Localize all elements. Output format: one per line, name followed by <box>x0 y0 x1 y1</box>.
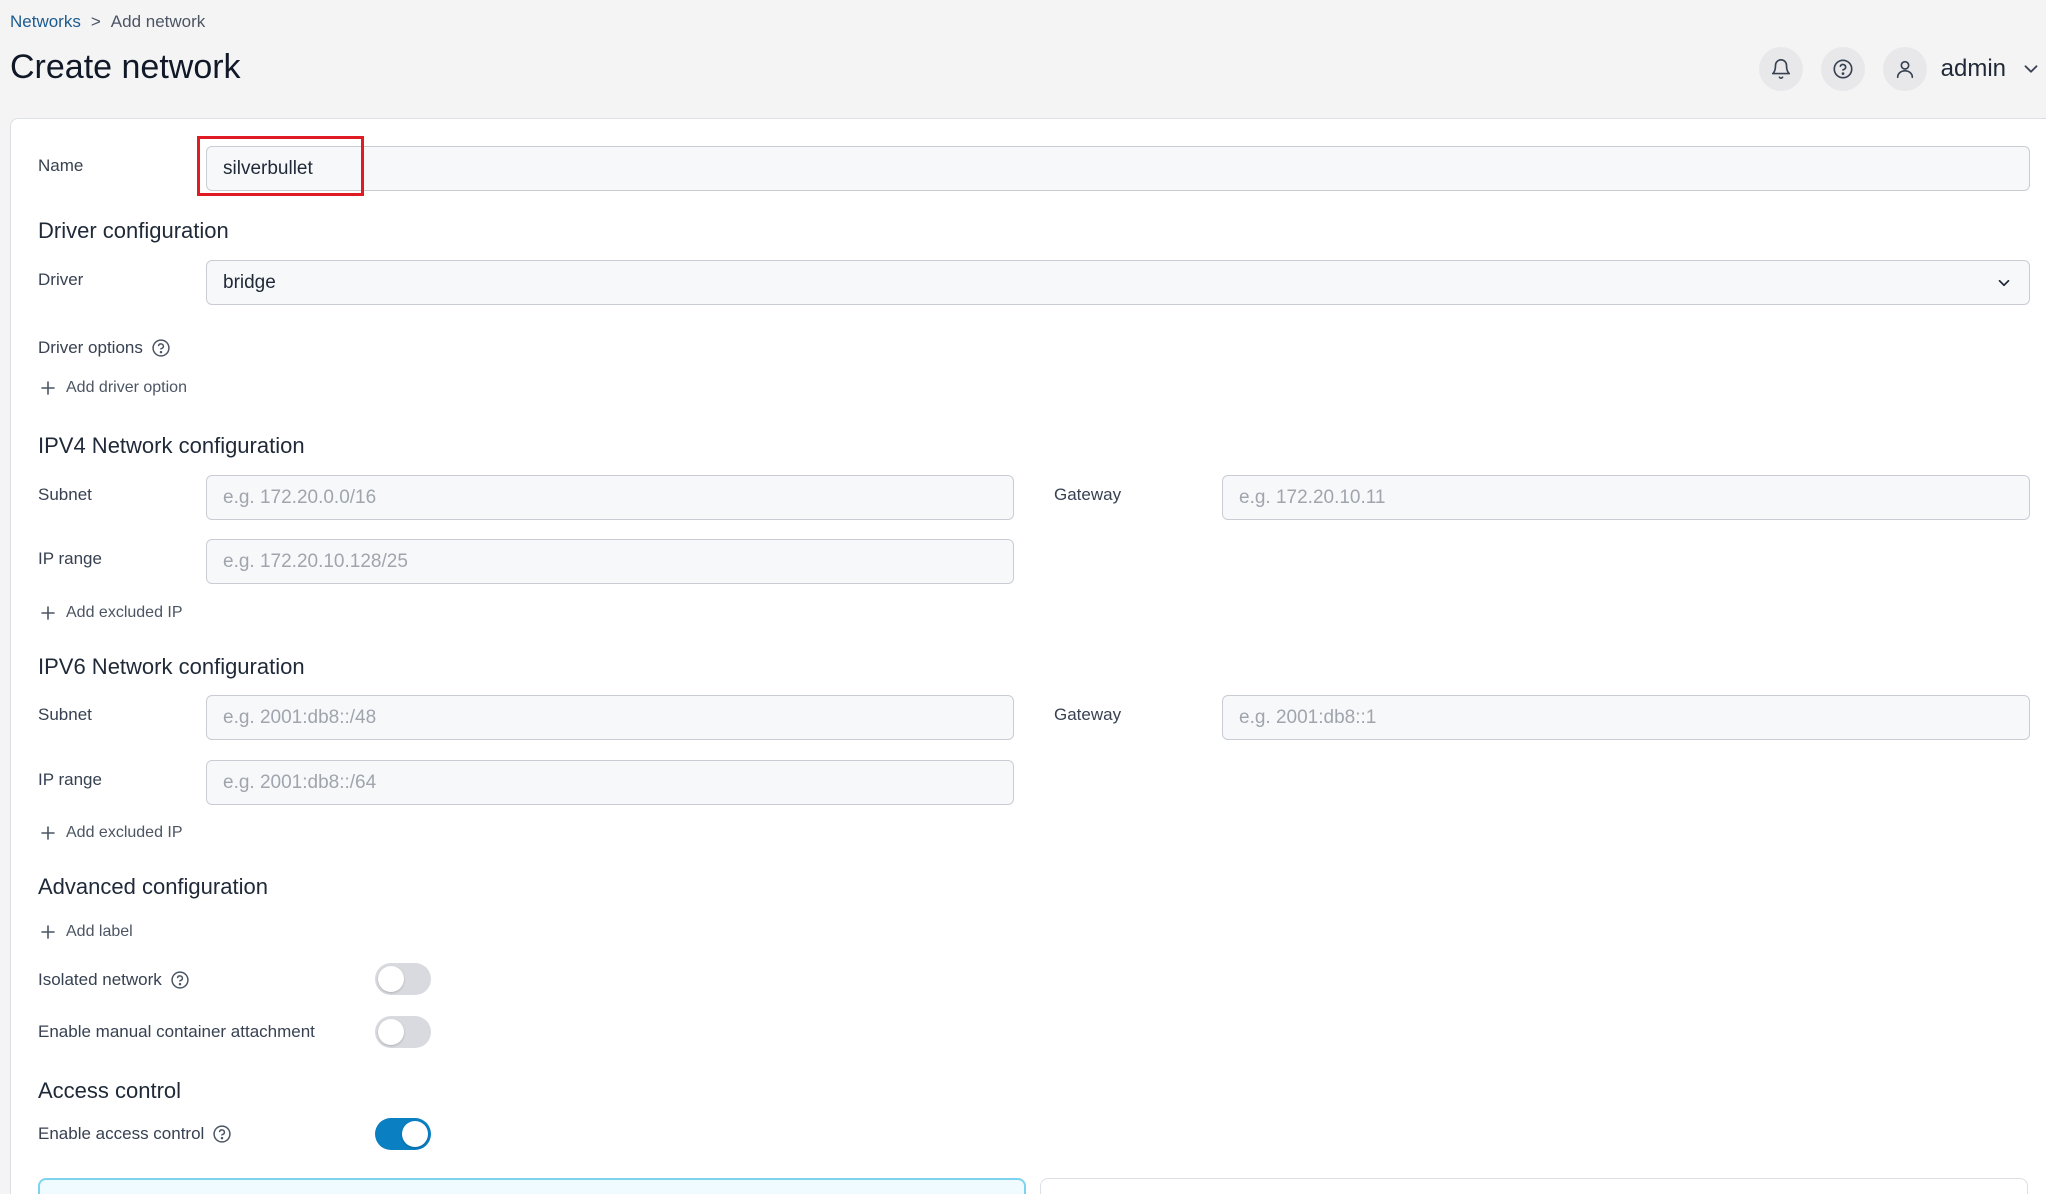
name-label: Name <box>38 156 84 175</box>
enable-access-control-label-row: Enable access control <box>38 1124 232 1144</box>
isolated-network-label-row: Isolated network <box>38 970 190 990</box>
add-label-text: Add label <box>66 923 133 940</box>
help-icon[interactable] <box>151 338 171 358</box>
avatar <box>1882 47 1927 91</box>
breadcrumb-current: Add network <box>110 12 206 31</box>
isolated-network-toggle[interactable] <box>375 963 431 995</box>
add-driver-option-label: Add driver option <box>66 379 187 396</box>
ipv4-title: IPV4 Network configuration <box>38 433 305 458</box>
ipv6-subnet-input[interactable] <box>206 695 1014 740</box>
driver-config-title: Driver configuration <box>38 218 229 243</box>
advanced-config-title: Advanced configuration <box>38 874 268 899</box>
plus-icon <box>41 381 55 395</box>
add-driver-option-button[interactable]: Add driver option <box>40 379 187 397</box>
breadcrumb: Networks > Add network <box>10 12 205 32</box>
ipv4-range-input[interactable] <box>206 539 1014 584</box>
plus-icon <box>41 606 55 620</box>
driver-options-label-row: Driver options <box>38 338 171 358</box>
ipv6-add-excluded-ip-button[interactable]: Add excluded IP <box>40 824 183 842</box>
add-label-button[interactable]: Add label <box>40 923 133 941</box>
ipv4-add-excluded-ip-button[interactable]: Add excluded IP <box>40 604 183 622</box>
ipv4-subnet-input[interactable] <box>206 475 1014 520</box>
manual-attachment-label: Enable manual container attachment <box>38 1022 315 1041</box>
ipv4-add-excluded-ip-label: Add excluded IP <box>66 604 183 621</box>
ipv6-gateway-input[interactable] <box>1222 695 2030 740</box>
access-control-title: Access control <box>38 1078 182 1103</box>
help-circle-icon <box>1833 59 1853 79</box>
ipv4-range-label: IP range <box>38 549 102 568</box>
ipv6-range-input[interactable] <box>206 760 1014 805</box>
ownership-option-restricted[interactable] <box>1040 1178 2028 1194</box>
driver-select[interactable]: bridge <box>206 260 2030 305</box>
header-actions: admin <box>1758 46 2046 92</box>
ipv6-title: IPV6 Network configuration <box>38 654 305 679</box>
page-title: Create network <box>10 48 241 86</box>
ipv4-gateway-input[interactable] <box>1222 475 2030 520</box>
user-menu[interactable]: admin <box>1882 47 2046 91</box>
breadcrumb-separator: > <box>90 12 101 31</box>
user-name: admin <box>1940 55 2006 82</box>
breadcrumb-networks-link[interactable]: Networks <box>10 12 81 32</box>
ipv4-gateway-label: Gateway <box>1054 485 1122 504</box>
driver-select-value: bridge <box>223 271 276 293</box>
ipv6-range-label: IP range <box>38 770 102 789</box>
help-icon[interactable] <box>212 1124 232 1144</box>
bell-icon <box>1771 59 1790 79</box>
toggle-knob <box>378 966 404 992</box>
chevron-down-icon <box>2024 65 2038 73</box>
ipv6-gateway-label: Gateway <box>1054 705 1122 724</box>
enable-access-control-label: Enable access control <box>38 1124 205 1143</box>
driver-options-label: Driver options <box>38 338 143 357</box>
ipv4-subnet-label: Subnet <box>38 485 92 504</box>
plus-icon <box>41 925 55 939</box>
ownership-option-administrators[interactable] <box>38 1178 1026 1194</box>
name-input[interactable] <box>206 146 2030 191</box>
help-icon[interactable] <box>170 970 190 990</box>
toggle-knob <box>402 1121 428 1147</box>
toggle-knob <box>378 1019 404 1045</box>
enable-access-control-toggle[interactable] <box>375 1118 431 1150</box>
help-button[interactable] <box>1820 47 1865 91</box>
user-icon <box>1896 60 1913 79</box>
chevron-down-icon <box>1998 279 2010 286</box>
ipv6-add-excluded-ip-label: Add excluded IP <box>66 824 183 841</box>
isolated-network-label: Isolated network <box>38 970 162 989</box>
plus-icon <box>41 826 55 840</box>
manual-attachment-toggle[interactable] <box>375 1016 431 1048</box>
ipv6-subnet-label: Subnet <box>38 705 92 724</box>
notifications-button[interactable] <box>1758 47 1803 91</box>
driver-label: Driver <box>38 270 84 289</box>
